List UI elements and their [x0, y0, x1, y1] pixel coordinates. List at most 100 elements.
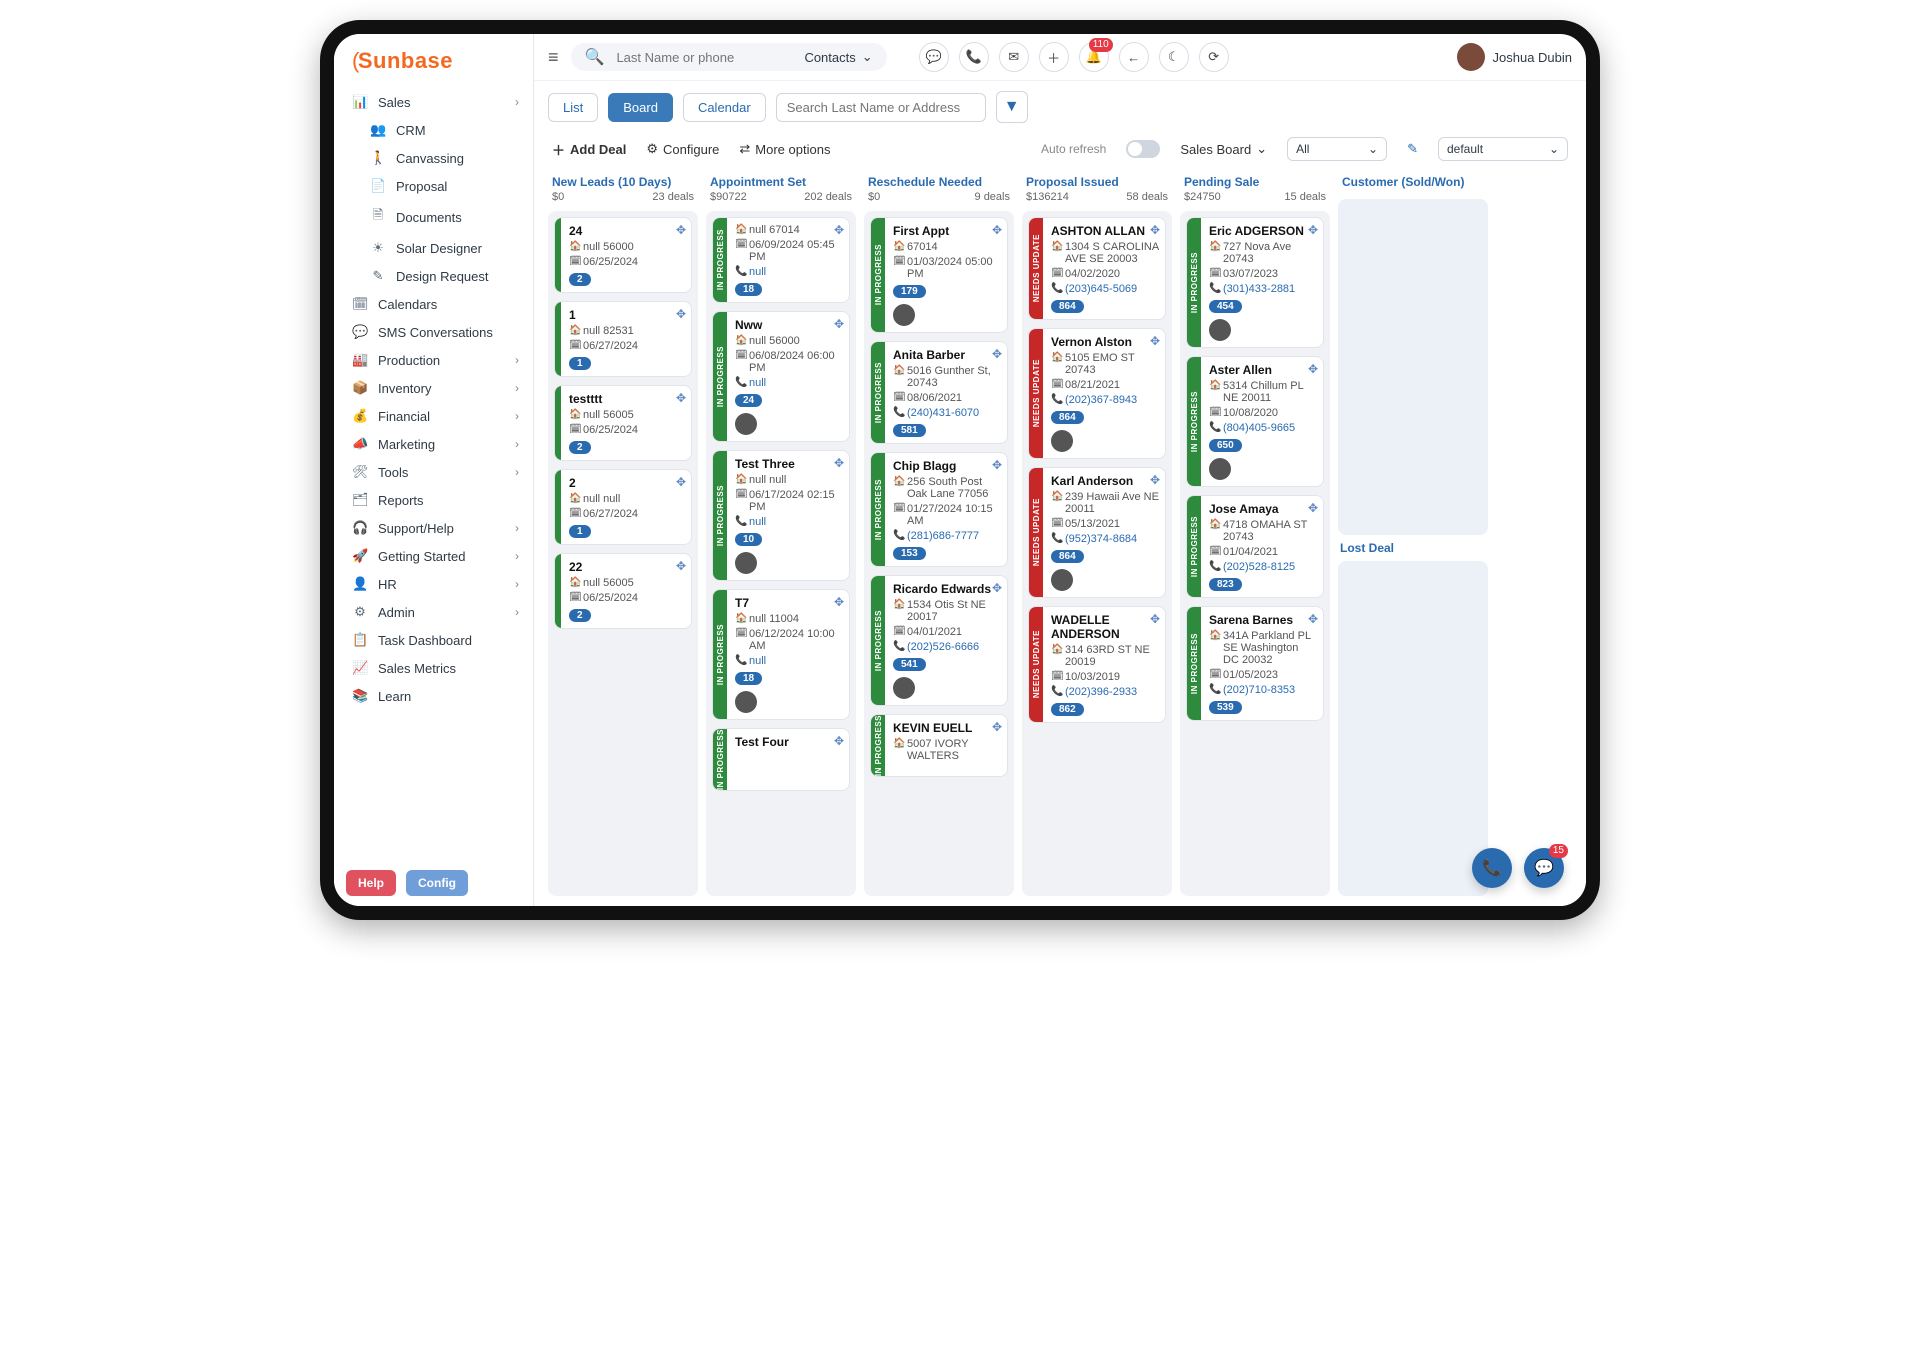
card-phone[interactable]: 📞(202)526-6666	[893, 641, 1001, 653]
move-icon[interactable]: ✥	[834, 317, 844, 331]
move-icon[interactable]: ✥	[1308, 223, 1318, 237]
column-body[interactable]: ✥NEEDS UPDATEASHTON ALLAN🏠1304 S CAROLIN…	[1022, 211, 1172, 896]
more-options[interactable]: ⇄ More options	[739, 141, 830, 157]
move-icon[interactable]: ✥	[676, 307, 686, 321]
move-icon[interactable]: ✥	[834, 223, 844, 237]
deal-card[interactable]: ✥IN PROGRESST7🏠null 11004🗓06/12/2024 10:…	[712, 589, 850, 720]
view-calendar[interactable]: Calendar	[683, 93, 766, 122]
sidebar-item-design-request[interactable]: ✎Design Request	[338, 262, 529, 290]
filter-select[interactable]: All⌄	[1287, 137, 1387, 161]
move-icon[interactable]: ✥	[1308, 501, 1318, 515]
column-body[interactable]	[1338, 199, 1488, 535]
card-phone[interactable]: 📞(203)645-5069	[1051, 283, 1159, 295]
sidebar-item-reports[interactable]: 🗂Reports	[338, 486, 529, 514]
deal-card[interactable]: ✥IN PROGRESSChip Blagg🏠256 South Post Oa…	[870, 452, 1008, 567]
move-icon[interactable]: ✥	[992, 458, 1002, 472]
column-body[interactable]: ✥IN PROGRESS🏠null 67014🗓06/09/2024 05:45…	[706, 211, 856, 896]
move-icon[interactable]: ✥	[1150, 223, 1160, 237]
deal-card[interactable]: ✥IN PROGRESSKEVIN EUELL🏠5007 IVORY WALTE…	[870, 714, 1008, 777]
user-menu[interactable]: Joshua Dubin	[1457, 43, 1573, 71]
sidebar-item-support-help[interactable]: 🎧Support/Help›	[338, 514, 529, 542]
move-icon[interactable]: ✥	[676, 475, 686, 489]
view-list[interactable]: List	[548, 93, 598, 122]
deal-card[interactable]: ✥NEEDS UPDATEVernon Alston🏠5105 EMO ST 2…	[1028, 328, 1166, 459]
sidebar-item-hr[interactable]: 👤HR›	[338, 570, 529, 598]
deal-card[interactable]: ✥NEEDS UPDATEASHTON ALLAN🏠1304 S CAROLIN…	[1028, 217, 1166, 320]
move-icon[interactable]: ✥	[834, 734, 844, 748]
sidebar-item-sales-metrics[interactable]: 📈Sales Metrics	[338, 654, 529, 682]
deal-card[interactable]: ✥IN PROGRESSJose Amaya🏠4718 OMAHA ST 207…	[1186, 495, 1324, 598]
move-icon[interactable]: ✥	[676, 391, 686, 405]
preset-select[interactable]: default⌄	[1438, 137, 1568, 161]
deal-card[interactable]: ✥IN PROGRESSTest Four	[712, 728, 850, 791]
view-board[interactable]: Board	[608, 93, 673, 122]
card-phone[interactable]: 📞(281)686-7777	[893, 530, 1001, 542]
move-icon[interactable]: ✥	[676, 223, 686, 237]
hamburger-icon[interactable]: ≡	[548, 47, 559, 68]
filter-button[interactable]: ▼	[996, 91, 1028, 123]
card-phone[interactable]: 📞(240)431-6070	[893, 407, 1001, 419]
deal-card[interactable]: ✥IN PROGRESSFirst Appt🏠67014🗓01/03/2024 …	[870, 217, 1008, 333]
move-icon[interactable]: ✥	[992, 223, 1002, 237]
move-icon[interactable]: ✥	[992, 720, 1002, 734]
sidebar-item-calendars[interactable]: 🗓Calendars	[338, 290, 529, 318]
card-phone[interactable]: 📞(202)528-8125	[1209, 561, 1317, 573]
move-icon[interactable]: ✥	[676, 559, 686, 573]
card-phone[interactable]: 📞null	[735, 377, 843, 389]
global-search[interactable]: 🔍 Contacts⌄	[571, 43, 887, 71]
deal-card[interactable]: ✥testttt🏠null 56005🗓06/25/20242	[554, 385, 692, 461]
deal-card[interactable]: ✥IN PROGRESSEric ADGERSON🏠727 Nova Ave 2…	[1186, 217, 1324, 348]
plus-icon[interactable]: ＋	[1039, 42, 1069, 72]
card-phone[interactable]: 📞null	[735, 655, 843, 667]
deal-card[interactable]: ✥1🏠null 82531🗓06/27/20241	[554, 301, 692, 377]
back-icon[interactable]: ←	[1119, 42, 1149, 72]
move-icon[interactable]: ✥	[1150, 612, 1160, 626]
move-icon[interactable]: ✥	[992, 581, 1002, 595]
deal-card[interactable]: ✥IN PROGRESS🏠null 67014🗓06/09/2024 05:45…	[712, 217, 850, 303]
deal-card[interactable]: ✥NEEDS UPDATEWADELLE ANDERSON🏠314 63RD S…	[1028, 606, 1166, 723]
sidebar-item-canvassing[interactable]: 🚶Canvassing	[338, 144, 529, 172]
deal-card[interactable]: ✥IN PROGRESSAnita Barber🏠5016 Gunther St…	[870, 341, 1008, 444]
fab-chat[interactable]: 💬15	[1524, 848, 1564, 888]
move-icon[interactable]: ✥	[1308, 612, 1318, 626]
sidebar-item-documents[interactable]: 🗎Documents	[338, 200, 529, 234]
configure[interactable]: ⚙ Configure	[646, 141, 719, 157]
sidebar-item-sales[interactable]: 📊Sales›	[338, 88, 529, 116]
auto-refresh-toggle[interactable]	[1126, 140, 1160, 158]
fab-call[interactable]: 📞	[1472, 848, 1512, 888]
sidebar-item-tools[interactable]: 🛠Tools›	[338, 458, 529, 486]
move-icon[interactable]: ✥	[1150, 473, 1160, 487]
card-phone[interactable]: 📞(952)374-8684	[1051, 533, 1159, 545]
phone-icon[interactable]: 📞	[959, 42, 989, 72]
column-body[interactable]	[1338, 561, 1488, 897]
search-category[interactable]: Contacts⌄	[804, 49, 872, 65]
bell-icon[interactable]: 🔔110	[1079, 42, 1109, 72]
column-body[interactable]: ✥IN PROGRESSFirst Appt🏠67014🗓01/03/2024 …	[864, 211, 1014, 896]
card-phone[interactable]: 📞(202)710-8353	[1209, 684, 1317, 696]
card-phone[interactable]: 📞null	[735, 266, 843, 278]
board-selector[interactable]: Sales Board ⌄	[1180, 141, 1267, 157]
sidebar-item-crm[interactable]: 👥CRM	[338, 116, 529, 144]
deal-card[interactable]: ✥IN PROGRESSTest Three🏠null null🗓06/17/2…	[712, 450, 850, 581]
deal-card[interactable]: ✥24🏠null 56000🗓06/25/20242	[554, 217, 692, 293]
config-button[interactable]: Config	[406, 870, 468, 896]
refresh-icon[interactable]: ⟳	[1199, 42, 1229, 72]
add-deal[interactable]: ＋ Add Deal	[552, 140, 626, 159]
move-icon[interactable]: ✥	[992, 347, 1002, 361]
deal-card[interactable]: ✥22🏠null 56005🗓06/25/20242	[554, 553, 692, 629]
sidebar-item-proposal[interactable]: 📄Proposal	[338, 172, 529, 200]
chat-icon[interactable]: 💬	[919, 42, 949, 72]
deal-card[interactable]: ✥2🏠null null🗓06/27/20241	[554, 469, 692, 545]
sidebar-item-sms-conversations[interactable]: 💬SMS Conversations	[338, 318, 529, 346]
search-input[interactable]	[616, 50, 792, 65]
card-phone[interactable]: 📞(301)433-2881	[1209, 283, 1317, 295]
mail-icon[interactable]: ✉	[999, 42, 1029, 72]
sidebar-item-marketing[interactable]: 📣Marketing›	[338, 430, 529, 458]
deal-card[interactable]: ✥IN PROGRESSRicardo Edwards🏠1534 Otis St…	[870, 575, 1008, 706]
card-phone[interactable]: 📞(202)367-8943	[1051, 394, 1159, 406]
card-phone[interactable]: 📞null	[735, 516, 843, 528]
column-body[interactable]: ✥24🏠null 56000🗓06/25/20242 ✥1🏠null 82531🗓…	[548, 211, 698, 896]
sidebar-item-task-dashboard[interactable]: 📋Task Dashboard	[338, 626, 529, 654]
edit-icon[interactable]: ✎	[1407, 141, 1418, 157]
address-search[interactable]	[776, 93, 986, 122]
